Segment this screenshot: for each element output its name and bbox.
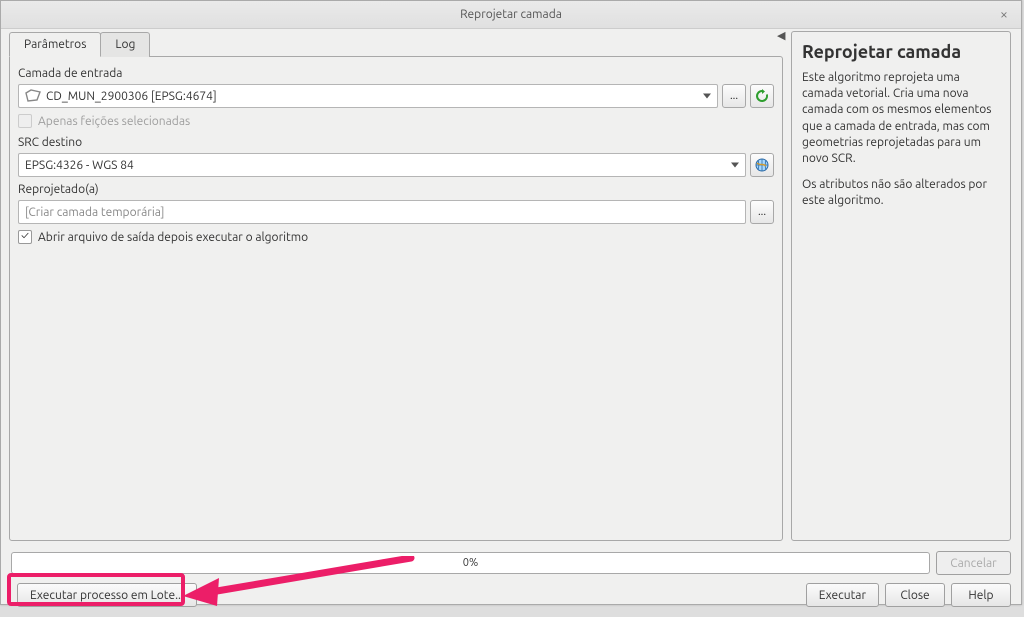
left-pane: Parâmetros Log Camada de entrada CD_MUN_… xyxy=(9,31,783,541)
target-crs-select[interactable]: EPSG:4326 - WGS 84 xyxy=(18,153,746,177)
iterate-features-button[interactable] xyxy=(750,84,774,108)
parameters-panel: Camada de entrada CD_MUN_2900306 [EPSG:4… xyxy=(9,56,783,541)
run-batch-button[interactable]: Executar processo em Lote... xyxy=(17,583,197,607)
dialog-body: Parâmetros Log Camada de entrada CD_MUN_… xyxy=(1,29,1021,541)
help-panel: Reprojetar camada Este algoritmo reproje… xyxy=(791,31,1011,541)
vector-layer-icon xyxy=(25,89,41,103)
output-path-input[interactable]: [Criar camada temporária] xyxy=(18,200,746,224)
tab-parameters[interactable]: Parâmetros xyxy=(9,32,101,57)
open-output-label: Abrir arquivo de saída depois executar o… xyxy=(38,231,308,244)
progress-bar: 0% xyxy=(11,552,930,574)
ellipsis-icon: ... xyxy=(758,206,766,218)
input-layer-value: CD_MUN_2900306 [EPSG:4674] xyxy=(46,90,217,103)
browse-input-button[interactable]: ... xyxy=(722,84,746,108)
reprojected-label: Reprojetado(a) xyxy=(18,183,774,196)
selected-only-checkbox xyxy=(18,114,32,128)
window-title: Reprojetar camada xyxy=(460,8,562,21)
titlebar: Reprojetar camada × xyxy=(1,1,1021,29)
run-button[interactable]: Executar xyxy=(806,583,879,607)
help-paragraph-2: Os atributos não são alterados por este … xyxy=(802,177,1000,209)
close-button[interactable]: Close xyxy=(885,583,945,607)
browse-output-button[interactable]: ... xyxy=(750,200,774,224)
target-crs-label: SRC destino xyxy=(18,136,774,149)
input-layer-label: Camada de entrada xyxy=(18,67,774,80)
progress-row: 0% Cancelar xyxy=(1,541,1021,579)
open-output-checkbox[interactable] xyxy=(18,230,32,244)
chevron-down-icon xyxy=(731,163,739,168)
target-crs-value: EPSG:4326 - WGS 84 xyxy=(25,159,134,172)
help-title: Reprojetar camada xyxy=(802,42,1000,62)
chevron-down-icon xyxy=(703,94,711,99)
help-button[interactable]: Help xyxy=(951,583,1011,607)
tab-row: Parâmetros Log xyxy=(9,31,783,56)
cancel-button: Cancelar xyxy=(936,551,1011,575)
globe-icon xyxy=(754,157,770,173)
input-layer-select[interactable]: CD_MUN_2900306 [EPSG:4674] xyxy=(18,84,718,108)
button-row: Executar processo em Lote... Executar Cl… xyxy=(1,579,1021,615)
iterate-icon xyxy=(754,88,770,104)
crs-picker-button[interactable] xyxy=(750,153,774,177)
help-paragraph-1: Este algoritmo reprojeta uma camada veto… xyxy=(802,70,1000,167)
tab-log[interactable]: Log xyxy=(100,32,150,57)
dialog-window: Reprojetar camada × ◀ Parâmetros Log Cam… xyxy=(0,0,1022,605)
progress-text: 0% xyxy=(463,557,478,569)
ellipsis-icon: ... xyxy=(730,90,738,102)
output-placeholder: [Criar camada temporária] xyxy=(25,206,165,219)
selected-only-label: Apenas feições selecionadas xyxy=(38,115,190,128)
close-icon[interactable]: × xyxy=(995,6,1013,24)
